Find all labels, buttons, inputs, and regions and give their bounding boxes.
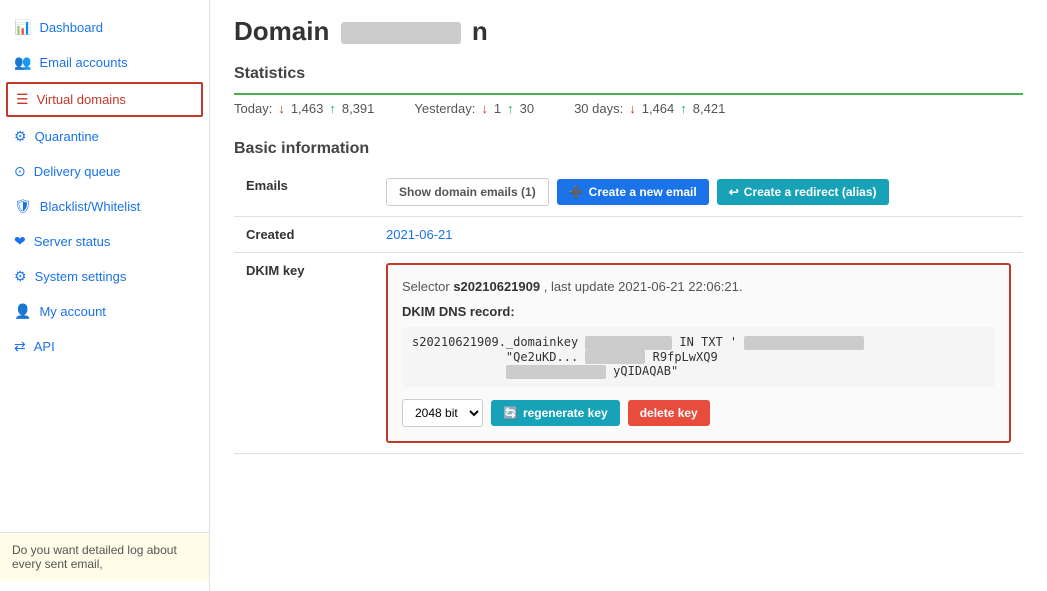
- stat-today: Today: ↓ 1,463 ↑ 8,391: [234, 101, 374, 116]
- sidebar-item-label: Quarantine: [35, 129, 99, 144]
- emails-label: Emails: [234, 168, 374, 217]
- stat-30days: 30 days: ↓ 1,464 ↑ 8,421: [574, 101, 725, 116]
- refresh-icon: 🔄: [503, 406, 518, 420]
- domain-name-blurred: [341, 22, 461, 44]
- sidebar-item-blacklist-whitelist[interactable]: 🛡 Blacklist/Whitelist: [0, 189, 209, 224]
- created-value: 2021-06-21: [374, 217, 1023, 253]
- table-row-emails: Emails Show domain emails (1) ➕ Create a…: [234, 168, 1023, 217]
- dkim-dns-record: s20210621909._domainkey IN TXT ' "Qe2uKD…: [402, 327, 995, 387]
- statistics-title: Statistics: [234, 65, 1023, 83]
- page-title: Domain n: [234, 16, 1023, 47]
- dashboard-icon: 📊: [14, 19, 31, 36]
- dkim-dns-title: DKIM DNS record:: [402, 304, 995, 319]
- sidebar-promo: Do you want detailed log about every sen…: [0, 532, 209, 581]
- sidebar-item-label: API: [34, 339, 55, 354]
- blacklist-icon: 🛡: [14, 198, 32, 215]
- today-up-arrow: ↑: [329, 101, 336, 116]
- server-status-icon: ❤: [14, 233, 26, 250]
- sidebar: 📊 Dashboard 👥 Email accounts ☰ Virtual d…: [0, 0, 210, 591]
- sidebar-item-label: Server status: [34, 234, 111, 249]
- sidebar-item-quarantine[interactable]: ⚙ Quarantine: [0, 119, 209, 154]
- stats-chart-line: [234, 93, 1023, 95]
- delivery-queue-icon: ⊙: [14, 163, 26, 180]
- virtual-domains-icon: ☰: [16, 91, 29, 108]
- statistics-row: Today: ↓ 1,463 ↑ 8,391 Yesterday: ↓ 1 ↑ …: [234, 101, 1023, 116]
- sidebar-item-email-accounts[interactable]: 👥 Email accounts: [0, 45, 209, 80]
- dkim-label: DKIM key: [234, 253, 374, 454]
- sidebar-item-label: Virtual domains: [37, 92, 126, 107]
- table-row-created: Created 2021-06-21: [234, 217, 1023, 253]
- stat-yesterday: Yesterday: ↓ 1 ↑ 30: [414, 101, 534, 116]
- dkim-blurred-2: [744, 336, 864, 350]
- api-icon: ⇄: [14, 338, 26, 355]
- email-action-buttons: Show domain emails (1) ➕ Create a new em…: [386, 178, 1011, 206]
- email-accounts-icon: 👥: [14, 54, 31, 71]
- today-down-arrow: ↓: [278, 101, 285, 116]
- sidebar-item-label: My account: [39, 304, 105, 319]
- plus-icon: ➕: [569, 185, 584, 199]
- dkim-blurred-3: [585, 350, 645, 364]
- show-domain-emails-button[interactable]: Show domain emails (1): [386, 178, 549, 206]
- sidebar-item-label: Blacklist/Whitelist: [40, 199, 140, 214]
- sidebar-item-system-settings[interactable]: ⚙ System settings: [0, 259, 209, 294]
- sidebar-item-server-status[interactable]: ❤ Server status: [0, 224, 209, 259]
- yesterday-up-arrow: ↑: [507, 101, 514, 116]
- dkim-value: Selector s20210621909 , last update 2021…: [374, 253, 1023, 454]
- sidebar-item-label: Delivery queue: [34, 164, 121, 179]
- dkim-actions: 1024 bit 2048 bit 4096 bit 🔄 regenerate …: [402, 399, 995, 427]
- quarantine-icon: ⚙: [14, 128, 27, 145]
- my-account-icon: 👤: [14, 303, 31, 320]
- dkim-blurred-1: [585, 336, 672, 350]
- bit-select[interactable]: 1024 bit 2048 bit 4096 bit: [402, 399, 483, 427]
- system-settings-icon: ⚙: [14, 268, 27, 285]
- create-redirect-button[interactable]: ↩ Create a redirect (alias): [717, 179, 889, 205]
- delete-key-button[interactable]: delete key: [628, 400, 710, 426]
- sidebar-item-my-account[interactable]: 👤 My account: [0, 294, 209, 329]
- sidebar-item-delivery-queue[interactable]: ⊙ Delivery queue: [0, 154, 209, 189]
- info-table: Emails Show domain emails (1) ➕ Create a…: [234, 168, 1023, 454]
- sidebar-item-label: System settings: [35, 269, 127, 284]
- sidebar-item-label: Dashboard: [39, 20, 103, 35]
- sidebar-item-api[interactable]: ⇄ API: [0, 329, 209, 364]
- sidebar-item-dashboard[interactable]: 📊 Dashboard: [0, 10, 209, 45]
- 30days-up-arrow: ↑: [680, 101, 687, 116]
- yesterday-down-arrow: ↓: [481, 101, 488, 116]
- sidebar-item-virtual-domains[interactable]: ☰ Virtual domains: [6, 82, 203, 117]
- emails-value: Show domain emails (1) ➕ Create a new em…: [374, 168, 1023, 217]
- created-label: Created: [234, 217, 374, 253]
- sidebar-item-label: Email accounts: [39, 55, 127, 70]
- create-new-email-button[interactable]: ➕ Create a new email: [557, 179, 709, 205]
- table-row-dkim: DKIM key Selector s20210621909 , last up…: [234, 253, 1023, 454]
- regenerate-key-button[interactable]: 🔄 regenerate key: [491, 400, 620, 426]
- dkim-blurred-4: [506, 365, 606, 379]
- dkim-box: Selector s20210621909 , last update 2021…: [386, 263, 1011, 443]
- main-content: Domain n Statistics Today: ↓ 1,463 ↑ 8,3…: [210, 0, 1047, 591]
- dkim-selector-info: Selector s20210621909 , last update 2021…: [402, 279, 995, 294]
- 30days-down-arrow: ↓: [629, 101, 636, 116]
- basic-info-title: Basic information: [234, 140, 1023, 158]
- redirect-icon: ↩: [729, 185, 739, 199]
